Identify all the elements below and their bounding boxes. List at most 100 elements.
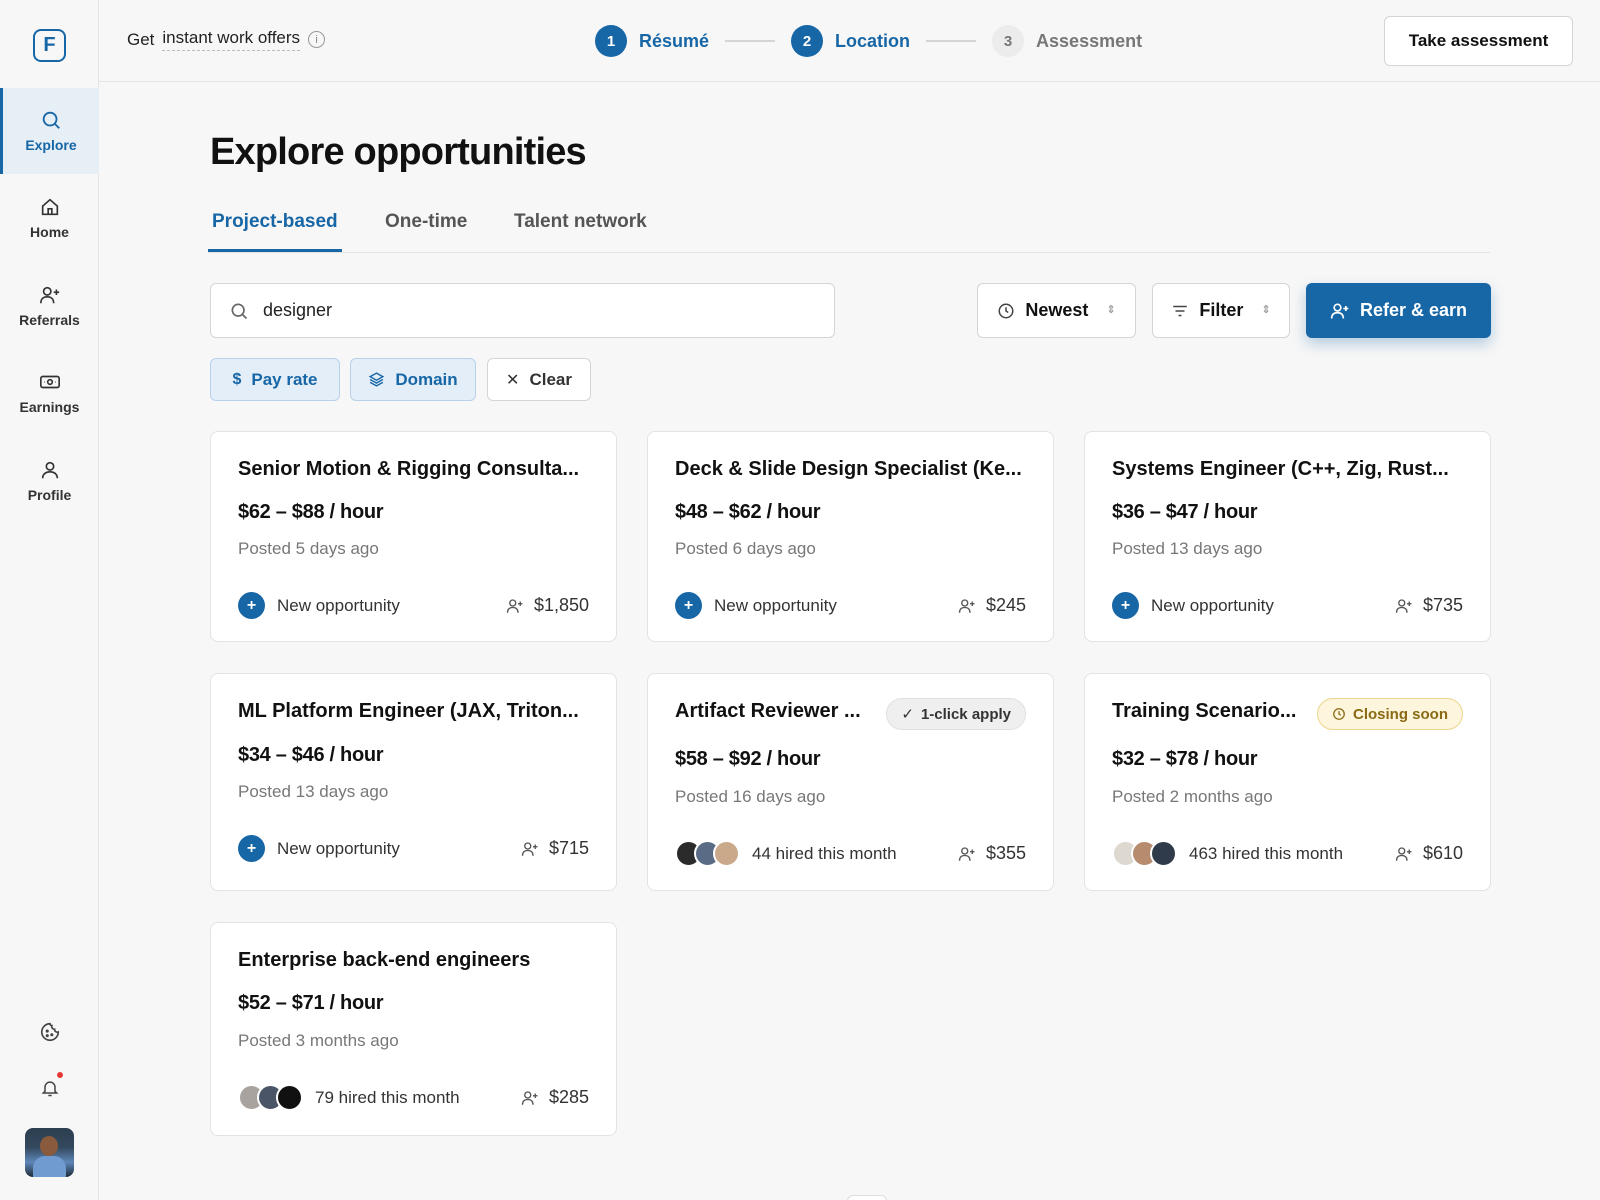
opportunity-card[interactable]: Training Scenario... Closing soon $32 – … bbox=[1084, 673, 1491, 891]
card-title: Enterprise back-end engineers bbox=[238, 949, 531, 971]
card-title: Systems Engineer (C++, Zig, Rust... bbox=[1112, 458, 1449, 480]
card-pay-rate: $36 – $47 / hour bbox=[1112, 501, 1258, 523]
check-icon: ✓ bbox=[901, 706, 914, 723]
closing-soon-badge: Closing soon bbox=[1317, 698, 1463, 730]
tab-one-time[interactable]: One-time bbox=[385, 211, 467, 249]
referral-amount: $715 bbox=[548, 838, 589, 858]
search-icon bbox=[231, 303, 248, 319]
step-connector bbox=[725, 40, 776, 42]
nav-profile[interactable]: Profile bbox=[0, 438, 99, 524]
referral-bonus: $285 bbox=[521, 1087, 589, 1108]
card-title: Deck & Slide Design Specialist (Ke... bbox=[675, 458, 1022, 480]
card-footer: 463 hired this month $610 bbox=[1112, 840, 1463, 867]
nav-referrals[interactable]: Referrals bbox=[0, 263, 99, 349]
sidebar: F Explore Home Referrals Earnings Profil… bbox=[0, 0, 99, 1200]
opportunity-card[interactable]: Enterprise back-end engineers $52 – $71 … bbox=[210, 922, 617, 1136]
nav-label: Profile bbox=[27, 487, 72, 503]
user-plus-icon bbox=[521, 1090, 538, 1105]
home-icon bbox=[41, 198, 58, 216]
nav-earnings[interactable]: Earnings bbox=[0, 350, 99, 436]
card-footer: 79 hired this month $285 bbox=[238, 1084, 589, 1111]
instant-offers-link[interactable]: instant work offers bbox=[162, 28, 301, 51]
card-footer: + New opportunity $245 bbox=[675, 592, 1026, 619]
filter-select[interactable]: Filter ⇕ bbox=[1152, 283, 1290, 338]
filter-icon bbox=[1173, 305, 1188, 316]
opportunity-card[interactable]: ML Platform Engineer (JAX, Triton... $34… bbox=[210, 673, 617, 891]
referral-bonus: $610 bbox=[1395, 843, 1463, 864]
tab-bar: Project-based One-time Talent network bbox=[208, 205, 1490, 253]
cookie-icon bbox=[40, 1022, 59, 1042]
hired-avatars bbox=[238, 1084, 303, 1111]
status-text: New opportunity bbox=[714, 595, 837, 615]
hired-count: 463 hired this month bbox=[1189, 843, 1344, 863]
sort-select[interactable]: Newest ⇕ bbox=[977, 283, 1136, 338]
refer-earn-button[interactable]: Refer & earn bbox=[1306, 283, 1491, 338]
opportunity-card[interactable]: Systems Engineer (C++, Zig, Rust... $36 … bbox=[1084, 431, 1491, 642]
card-posted-date: Posted 2 months ago bbox=[1112, 787, 1273, 806]
opportunity-card[interactable]: Deck & Slide Design Specialist (Ke... $4… bbox=[647, 431, 1054, 642]
chip-label: Domain bbox=[395, 369, 458, 389]
card-posted-date: Posted 5 days ago bbox=[238, 539, 379, 558]
take-assessment-button[interactable]: Take assessment bbox=[1384, 16, 1573, 66]
referral-amount: $610 bbox=[1422, 843, 1463, 863]
cookie-settings[interactable] bbox=[0, 1021, 99, 1043]
chevron-updown-icon: ⇕ bbox=[1261, 304, 1271, 316]
user-plus-icon bbox=[958, 846, 975, 861]
badge-label: Closing soon bbox=[1353, 705, 1448, 723]
referral-bonus: $1,850 bbox=[506, 595, 589, 616]
plus-icon: + bbox=[1112, 592, 1139, 619]
nav-explore[interactable]: Explore bbox=[0, 88, 99, 174]
step-location[interactable]: 2 Location bbox=[791, 25, 910, 57]
card-footer: + New opportunity $1,850 bbox=[238, 592, 589, 619]
promo-banner: Get instant work offers i bbox=[127, 28, 326, 51]
status-text: New opportunity bbox=[277, 595, 400, 615]
user-icon bbox=[41, 461, 58, 479]
chip-pay-rate[interactable]: $ Pay rate bbox=[210, 358, 340, 401]
dollar-icon: $ bbox=[232, 370, 242, 388]
opportunity-card[interactable]: Artifact Reviewer ... ✓ 1-click apply $5… bbox=[647, 673, 1054, 891]
nav-label: Explore bbox=[25, 137, 77, 153]
avatar bbox=[276, 1084, 303, 1111]
user-avatar[interactable] bbox=[25, 1128, 74, 1177]
card-pay-rate: $52 – $71 / hour bbox=[238, 992, 384, 1014]
close-icon: ✕ bbox=[506, 371, 520, 389]
step-assessment[interactable]: 3 Assessment bbox=[992, 25, 1142, 57]
referral-bonus: $245 bbox=[958, 595, 1026, 616]
sort-label: Newest bbox=[1025, 300, 1089, 320]
tab-project-based[interactable]: Project-based bbox=[208, 211, 342, 252]
step-resume[interactable]: 1 Résumé bbox=[595, 25, 709, 57]
nav-label: Home bbox=[30, 224, 69, 240]
clear-filters-button[interactable]: ✕ Clear bbox=[487, 358, 591, 401]
nav-home[interactable]: Home bbox=[0, 175, 99, 261]
user-plus-icon bbox=[1395, 846, 1412, 861]
user-plus-icon bbox=[506, 598, 523, 613]
card-posted-date: Posted 13 days ago bbox=[238, 782, 389, 801]
hired-count: 44 hired this month bbox=[752, 843, 897, 863]
nav-label: Earnings bbox=[19, 399, 80, 415]
refer-earn-label: Refer & earn bbox=[1359, 300, 1468, 320]
plus-icon: + bbox=[675, 592, 702, 619]
onboarding-stepper: 1 Résumé 2 Location 3 Assessment bbox=[595, 25, 1142, 57]
card-footer: + New opportunity $735 bbox=[1112, 592, 1463, 619]
notifications-button[interactable] bbox=[0, 1078, 99, 1098]
app-logo[interactable]: F bbox=[33, 29, 66, 62]
referral-amount: $285 bbox=[548, 1087, 589, 1107]
info-icon[interactable]: i bbox=[308, 31, 326, 48]
chip-label: Clear bbox=[529, 369, 572, 389]
user-plus-icon bbox=[1395, 598, 1412, 613]
step-label: Résumé bbox=[639, 30, 710, 51]
tab-talent-network[interactable]: Talent network bbox=[514, 211, 647, 249]
card-pay-rate: $48 – $62 / hour bbox=[675, 501, 821, 523]
pagination[interactable] bbox=[847, 1195, 887, 1200]
chip-domain[interactable]: Domain bbox=[350, 358, 476, 401]
referral-amount: $735 bbox=[1422, 595, 1463, 615]
search-input[interactable] bbox=[263, 300, 803, 321]
step-label: Assessment bbox=[1036, 30, 1143, 51]
status-text: New opportunity bbox=[1151, 595, 1274, 615]
card-status: + New opportunity bbox=[1112, 592, 1274, 619]
step-connector bbox=[926, 40, 977, 42]
clock-icon bbox=[1333, 708, 1345, 720]
referral-bonus: $715 bbox=[521, 838, 589, 859]
opportunity-card[interactable]: Senior Motion & Rigging Consulta... $62 … bbox=[210, 431, 617, 642]
hired-avatars bbox=[675, 840, 740, 867]
